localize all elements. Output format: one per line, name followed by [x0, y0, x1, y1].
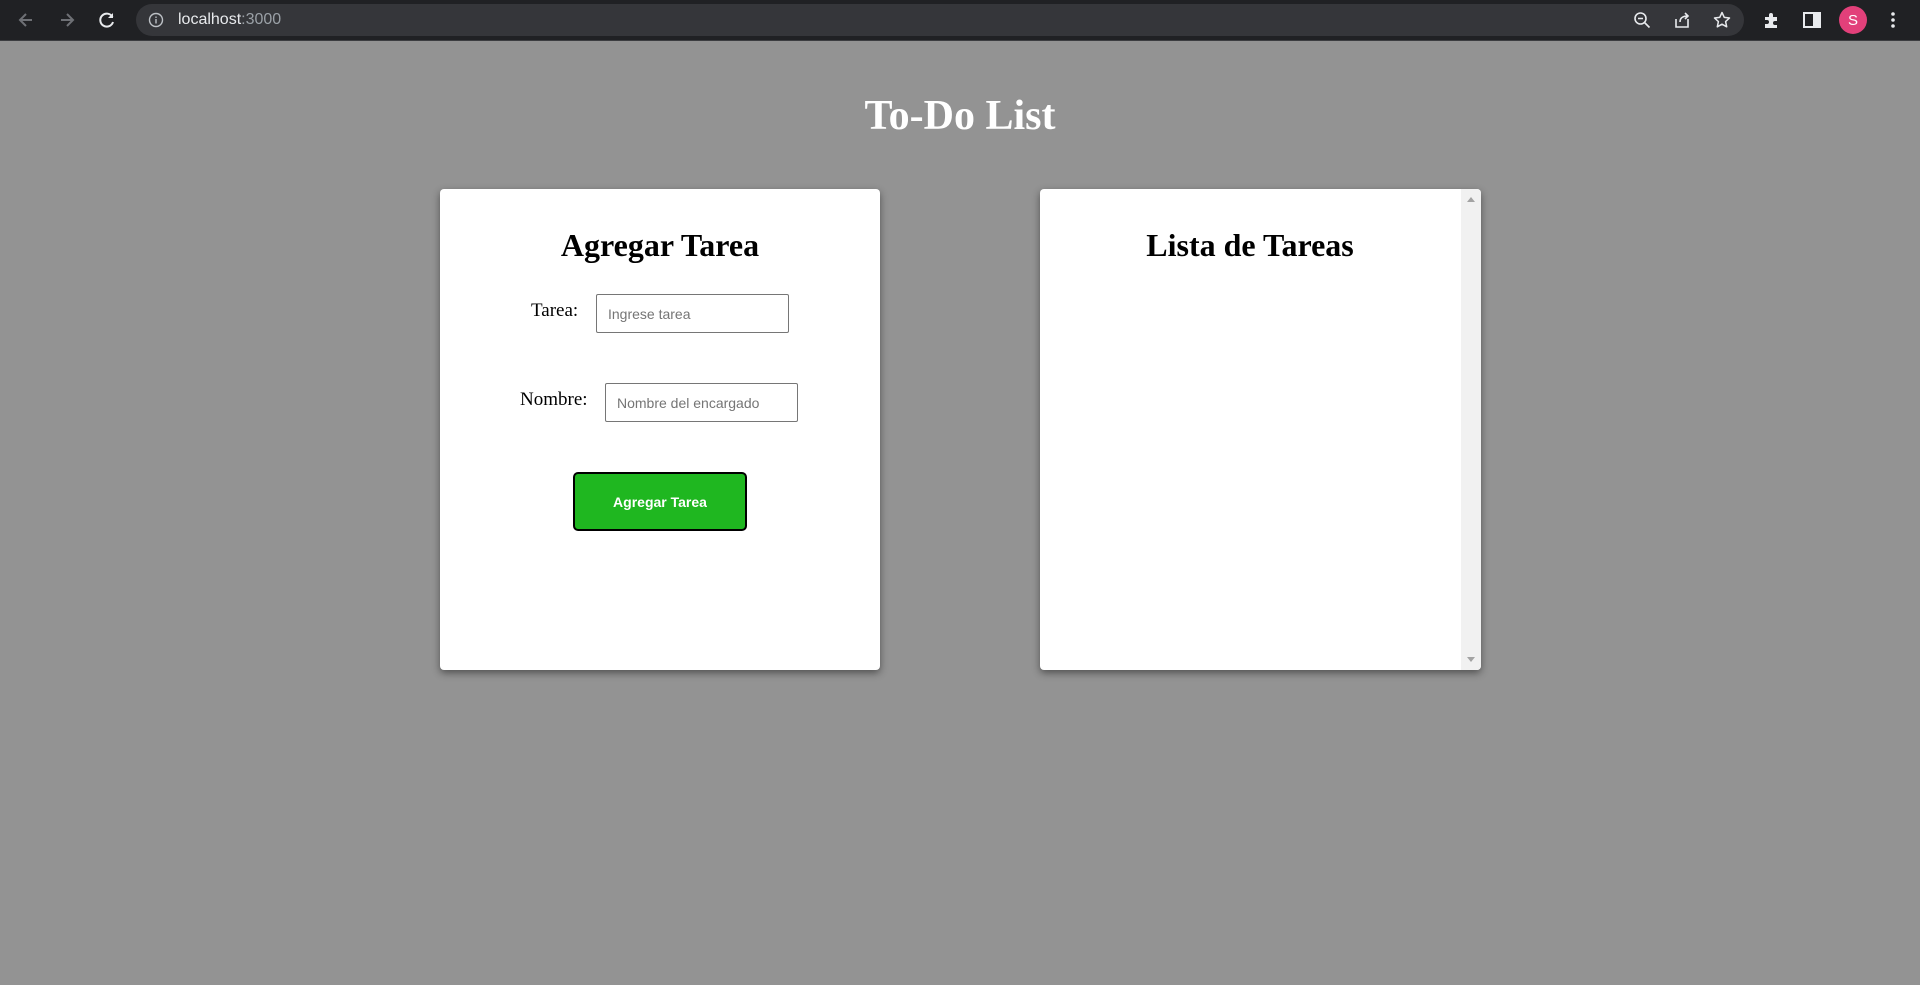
puzzle-icon — [1765, 13, 1777, 28]
task-list-card: Lista de Tareas — [1040, 189, 1481, 670]
side-panel-button[interactable] — [1801, 9, 1823, 31]
side-panel-icon — [1803, 12, 1821, 28]
name-input[interactable] — [605, 383, 798, 422]
task-input[interactable] — [596, 294, 789, 333]
back-button[interactable] — [12, 6, 40, 34]
star-icon — [1713, 11, 1731, 28]
share-icon — [1675, 12, 1690, 28]
add-task-card: Agregar Tarea Tarea: Nombre: Agregar Tar… — [440, 189, 880, 670]
task-list-heading: Lista de Tareas — [1146, 227, 1354, 263]
task-list-scrollbar[interactable] — [1461, 189, 1481, 670]
reload-button[interactable] — [93, 6, 121, 34]
url-host: localhost — [178, 11, 242, 28]
arrow-right-icon — [61, 13, 75, 27]
bookmark-button[interactable] — [1712, 10, 1732, 30]
profile-avatar[interactable]: S — [1839, 6, 1867, 34]
task-label: Tarea: — [531, 300, 579, 321]
page-title: To-Do List — [864, 93, 1056, 139]
url-text[interactable]: localhost:3000 — [178, 11, 281, 29]
add-task-button[interactable]: Agregar Tarea — [573, 472, 747, 531]
kebab-menu-icon — [1891, 12, 1895, 28]
arrow-left-icon — [18, 13, 32, 27]
reload-icon — [99, 12, 114, 28]
info-icon[interactable] — [148, 12, 164, 28]
forward-button[interactable] — [53, 6, 81, 34]
scroll-up-icon[interactable] — [1467, 197, 1475, 202]
name-label: Nombre: — [520, 389, 588, 410]
address-bar[interactable]: localhost:3000 — [136, 4, 1744, 36]
browser-menu-button[interactable] — [1882, 9, 1904, 31]
zoom-button[interactable] — [1632, 10, 1652, 30]
share-button[interactable] — [1672, 10, 1692, 30]
scroll-down-icon[interactable] — [1467, 657, 1475, 662]
zoom-out-icon — [1634, 12, 1651, 29]
extensions-button[interactable] — [1761, 9, 1783, 31]
browser-toolbar: localhost:3000 S — [0, 0, 1920, 41]
url-port: :3000 — [241, 11, 282, 28]
add-task-heading: Agregar Tarea — [560, 227, 760, 263]
